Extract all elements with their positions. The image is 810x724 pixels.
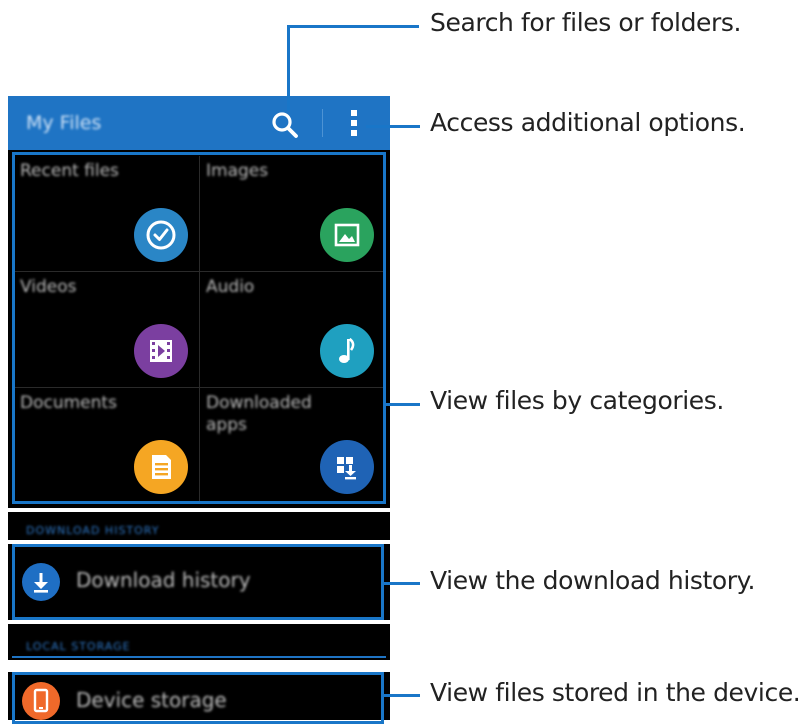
download-history-callout-line	[384, 582, 420, 585]
categories-highlight	[12, 152, 386, 504]
device-storage-callout-text: View files stored in the device.	[430, 678, 801, 707]
search-callout-line	[287, 25, 290, 111]
section-separator	[8, 508, 390, 512]
device-storage-callout-line	[384, 694, 420, 697]
options-callout-line	[366, 125, 420, 128]
section-separator	[8, 660, 390, 672]
app-bar: My Files	[8, 96, 390, 150]
search-icon[interactable]	[270, 110, 300, 140]
more-options-icon[interactable]	[344, 108, 364, 138]
section-header-download-history: DOWNLOAD HISTORY	[26, 524, 160, 537]
section-separator	[8, 620, 390, 624]
options-callout-text: Access additional options.	[430, 108, 746, 137]
app-title: My Files	[26, 112, 102, 134]
section-header-local-storage: LOCAL STORAGE	[26, 640, 131, 653]
search-callout-line	[287, 25, 419, 28]
section-underline	[12, 656, 386, 658]
search-callout-text: Search for files or folders.	[430, 8, 742, 37]
device-storage-highlight	[12, 672, 384, 724]
download-history-callout-text: View the download history.	[430, 566, 756, 595]
download-history-highlight	[12, 544, 384, 620]
categories-callout-text: View files by categories.	[430, 386, 724, 415]
categories-callout-line	[386, 403, 420, 406]
appbar-divider	[322, 109, 323, 137]
